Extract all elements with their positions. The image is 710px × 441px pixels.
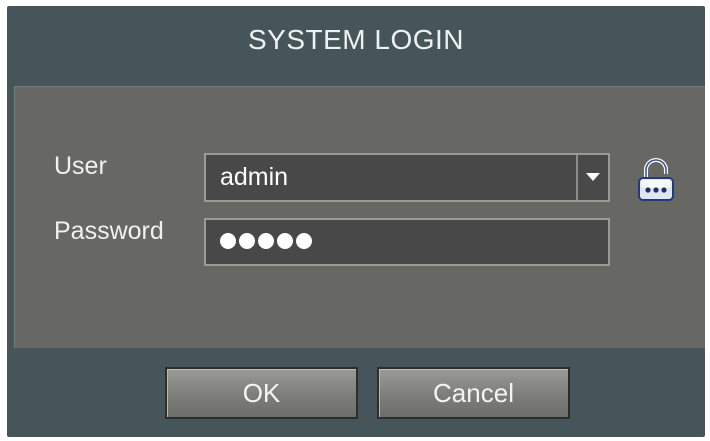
- title-bar: SYSTEM LOGIN: [7, 6, 705, 80]
- lock-icon[interactable]: [636, 156, 676, 204]
- password-mask: [220, 233, 312, 249]
- dialog-title: SYSTEM LOGIN: [247, 24, 465, 55]
- chevron-down-icon: [586, 173, 600, 181]
- password-dot: [239, 233, 255, 249]
- user-dropdown-button[interactable]: [576, 155, 608, 200]
- user-select[interactable]: admin: [204, 153, 610, 202]
- password-dot: [220, 233, 236, 249]
- ok-button[interactable]: OK: [165, 367, 358, 419]
- user-select-value: admin: [220, 163, 289, 191]
- user-label: User: [54, 152, 107, 180]
- cancel-button[interactable]: Cancel: [377, 367, 570, 419]
- password-dot: [296, 233, 312, 249]
- password-dot: [258, 233, 274, 249]
- password-dot: [277, 233, 293, 249]
- password-input[interactable]: [204, 218, 610, 266]
- password-label: Password: [54, 217, 164, 245]
